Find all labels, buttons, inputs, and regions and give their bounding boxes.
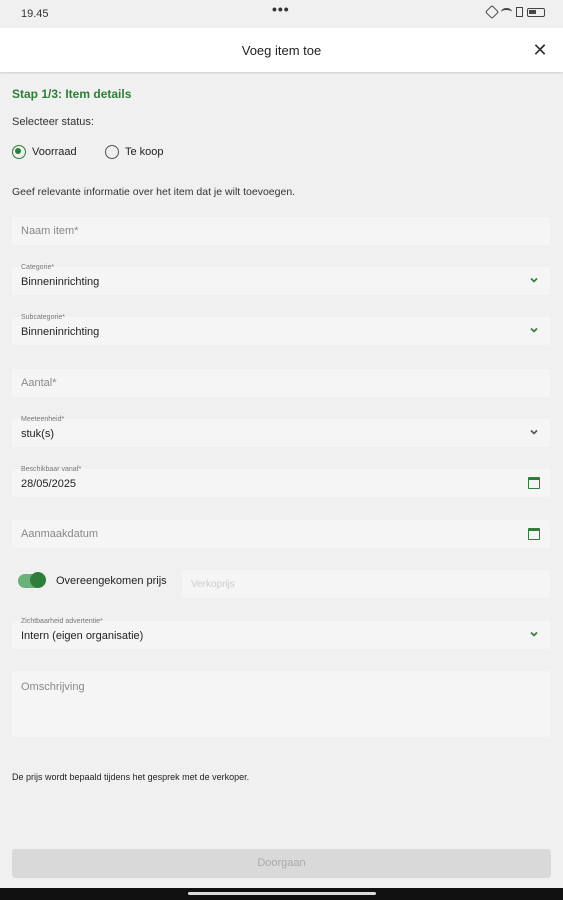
radio-label: Te koop <box>125 146 164 158</box>
name-placeholder: Naam item* <box>21 225 79 237</box>
agreed-price-row: Overeengekomen prijs <box>18 572 167 588</box>
price-placeholder: Verkoprijs <box>191 579 235 590</box>
home-handle[interactable] <box>188 892 376 895</box>
page-title: Voeg item toe <box>241 43 322 58</box>
radio-te-koop[interactable]: Te koop <box>105 145 164 159</box>
available-from-value: 28/05/2025 <box>21 478 77 490</box>
status-bar: 19.45 ••• <box>0 0 563 28</box>
agreed-price-label: Overeengekomen prijs <box>56 575 167 587</box>
radio-voorraad[interactable]: Voorraad <box>12 145 77 159</box>
subcategory-value: Binneninrichting <box>21 326 100 338</box>
radio-label: Voorraad <box>32 146 77 158</box>
app-bar: Voeg item toe ✕ <box>0 28 563 72</box>
quantity-placeholder: Aantal* <box>21 377 57 389</box>
calendar-icon[interactable] <box>528 477 540 489</box>
visibility-value: Intern (eigen organisatie) <box>21 630 144 642</box>
available-from-label: Beschikbaar vanaf* <box>21 466 82 473</box>
available-from-field[interactable]: Beschikbaar vanaf* 28/05/2025 <box>12 466 550 497</box>
mute-icon <box>484 4 500 20</box>
status-time: 19.45 <box>21 8 49 20</box>
status-select-label: Selecteer status: <box>12 116 94 128</box>
subcategory-select[interactable]: Subcategorie* Binneninrichting <box>12 314 550 345</box>
radio-unchecked-icon <box>105 145 119 159</box>
chevron-down-icon <box>530 327 538 333</box>
continue-button[interactable]: Doorgaan <box>12 849 551 878</box>
category-select[interactable]: Categorie* Binneninrichting <box>12 264 550 295</box>
chevron-down-icon <box>530 277 538 283</box>
close-button[interactable]: ✕ <box>529 39 551 61</box>
navigation-bar <box>0 888 563 900</box>
creation-date-placeholder: Aanmaakdatum <box>21 528 99 540</box>
creation-date-field[interactable]: Aanmaakdatum <box>12 520 550 548</box>
visibility-label: Zichtbaarheid advertentie* <box>21 618 103 625</box>
subcategory-label: Subcategorie* <box>21 314 65 321</box>
description-textarea[interactable]: Omschrijving <box>12 671 550 737</box>
wifi-icon <box>501 8 512 16</box>
battery-icon <box>527 7 545 17</box>
agreed-price-toggle[interactable] <box>18 572 46 588</box>
unit-select[interactable]: Meeteenheid* stuk(s) <box>12 416 550 447</box>
close-icon: ✕ <box>532 40 548 60</box>
radio-checked-icon <box>12 145 26 159</box>
visibility-select[interactable]: Zichtbaarheid advertentie* Intern (eigen… <box>12 618 550 649</box>
name-field[interactable]: Naam item* <box>12 217 550 245</box>
chevron-down-icon <box>530 631 538 637</box>
chevron-down-icon <box>530 429 538 435</box>
unit-value: stuk(s) <box>21 428 54 440</box>
step-title: Stap 1/3: Item details <box>12 87 132 101</box>
sim-icon <box>516 7 523 17</box>
description-placeholder: Omschrijving <box>21 681 85 693</box>
category-value: Binneninrichting <box>21 276 100 288</box>
unit-label: Meeteenheid* <box>21 416 65 423</box>
status-more-dots: ••• <box>272 1 290 17</box>
info-text: Geef relevante informatie over het item … <box>12 186 296 198</box>
price-note: De prijs wordt bepaald tijdens het gespr… <box>12 772 250 782</box>
price-input[interactable]: Verkoprijs <box>182 570 550 598</box>
category-label: Categorie* <box>21 264 55 271</box>
quantity-field[interactable]: Aantal* <box>12 369 550 397</box>
calendar-icon[interactable] <box>528 528 540 540</box>
status-icons <box>484 4 545 20</box>
